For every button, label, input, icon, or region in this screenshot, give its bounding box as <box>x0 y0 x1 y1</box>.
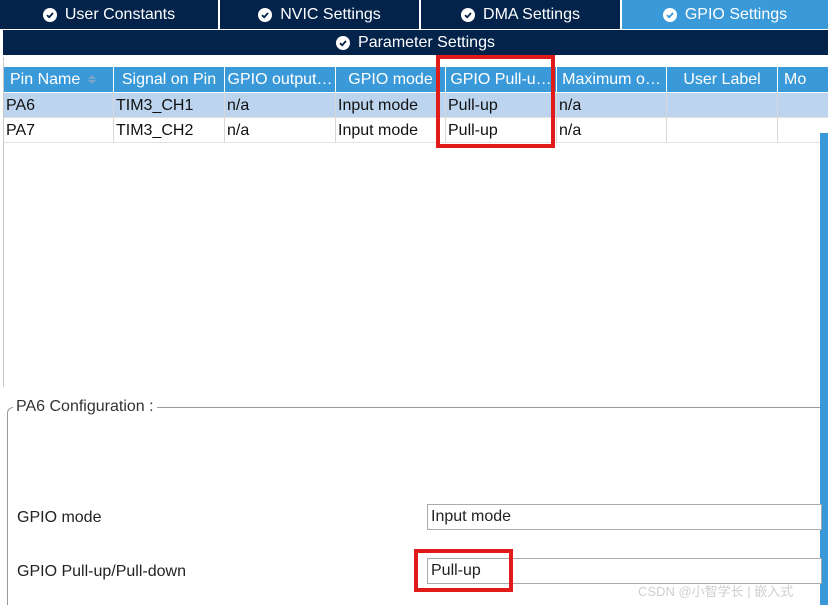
column-header-gpio-mode[interactable]: GPIO mode <box>336 67 446 92</box>
tab-label: DMA Settings <box>483 5 580 23</box>
cell-gpio-mode: Input mode <box>336 118 446 143</box>
check-circle-icon <box>461 7 476 22</box>
cell-user-label <box>667 93 778 118</box>
gpio-pull-label: GPIO Pull-up/Pull-down <box>17 563 186 580</box>
column-header-label: GPIO mode <box>348 70 433 88</box>
column-header-modified[interactable]: Mo <box>778 67 828 92</box>
check-circle-icon <box>662 7 677 22</box>
cell-gpio-pull: Pull-up <box>446 118 557 143</box>
table-header: Pin Name Signal on Pin GPIO output… GPIO… <box>4 67 828 92</box>
settings-tab-bar: User Constants NVIC Settings DMA Setting… <box>0 0 828 29</box>
cell-pin-name: PA7 <box>4 118 114 143</box>
column-header-gpio-output[interactable]: GPIO output… <box>225 67 336 92</box>
column-header-maximum-output[interactable]: Maximum o… <box>557 67 667 92</box>
column-header-label: GPIO output… <box>227 70 333 88</box>
column-header-pin-name[interactable]: Pin Name <box>4 67 114 92</box>
sort-arrows-icon <box>88 75 97 84</box>
tab-dma-settings[interactable]: DMA Settings <box>421 0 622 29</box>
cell-signal: TIM3_CH1 <box>114 93 225 118</box>
check-circle-icon <box>336 35 351 50</box>
vertical-scrollbar[interactable] <box>820 133 828 605</box>
column-header-label: Signal on Pin <box>121 70 217 88</box>
configuration-title: PA6 Configuration : <box>13 398 157 416</box>
cell-pin-name: PA6 <box>4 93 114 118</box>
column-header-label: GPIO Pull-u… <box>450 70 552 88</box>
table-row[interactable]: PA6 TIM3_CH1 n/a Input mode Pull-up n/a <box>4 93 828 118</box>
cell-maximum-output: n/a <box>557 118 667 143</box>
tab-user-constants[interactable]: User Constants <box>0 0 220 29</box>
table-row[interactable]: PA7 TIM3_CH2 n/a Input mode Pull-up n/a <box>4 118 828 143</box>
tab-label: User Constants <box>64 5 176 23</box>
column-header-label: User Label <box>683 70 761 88</box>
cell-gpio-output: n/a <box>225 118 336 143</box>
cell-gpio-pull: Pull-up <box>446 93 557 118</box>
cell-maximum-output: n/a <box>557 93 667 118</box>
gpio-mode-label: GPIO mode <box>17 509 102 526</box>
column-header-label: Mo <box>784 70 807 88</box>
tab-label: NVIC Settings <box>280 5 381 23</box>
tab-nvic-settings[interactable]: NVIC Settings <box>220 0 421 29</box>
cell-gpio-mode: Input mode <box>336 93 446 118</box>
column-header-label: Maximum o… <box>562 70 661 88</box>
tab-gpio-settings[interactable]: GPIO Settings <box>622 0 828 29</box>
table-body: PA6 TIM3_CH1 n/a Input mode Pull-up n/a … <box>4 93 828 143</box>
cell-signal: TIM3_CH2 <box>114 118 225 143</box>
gpio-mode-field[interactable]: Input mode <box>427 504 822 530</box>
cell-gpio-output: n/a <box>225 93 336 118</box>
column-header-user-label[interactable]: User Label <box>667 67 778 92</box>
column-header-label: Pin Name <box>10 70 81 88</box>
cell-modified <box>778 93 828 118</box>
check-circle-icon <box>42 7 57 22</box>
tab-parameter-settings[interactable]: Parameter Settings <box>3 30 828 55</box>
column-header-gpio-pull[interactable]: GPIO Pull-u… <box>446 67 557 92</box>
watermark-text: CSDN @小智学长 | 嵌入式 <box>638 584 794 599</box>
subtab-label: Parameter Settings <box>358 33 495 51</box>
gpio-pin-table: Pin Name Signal on Pin GPIO output… GPIO… <box>3 57 828 387</box>
check-circle-icon <box>258 7 273 22</box>
column-header-signal[interactable]: Signal on Pin <box>114 67 225 92</box>
tab-label: GPIO Settings <box>684 5 788 23</box>
cell-user-label <box>667 118 778 143</box>
pin-configuration-panel: PA6 Configuration : GPIO mode Input mode… <box>7 398 822 605</box>
